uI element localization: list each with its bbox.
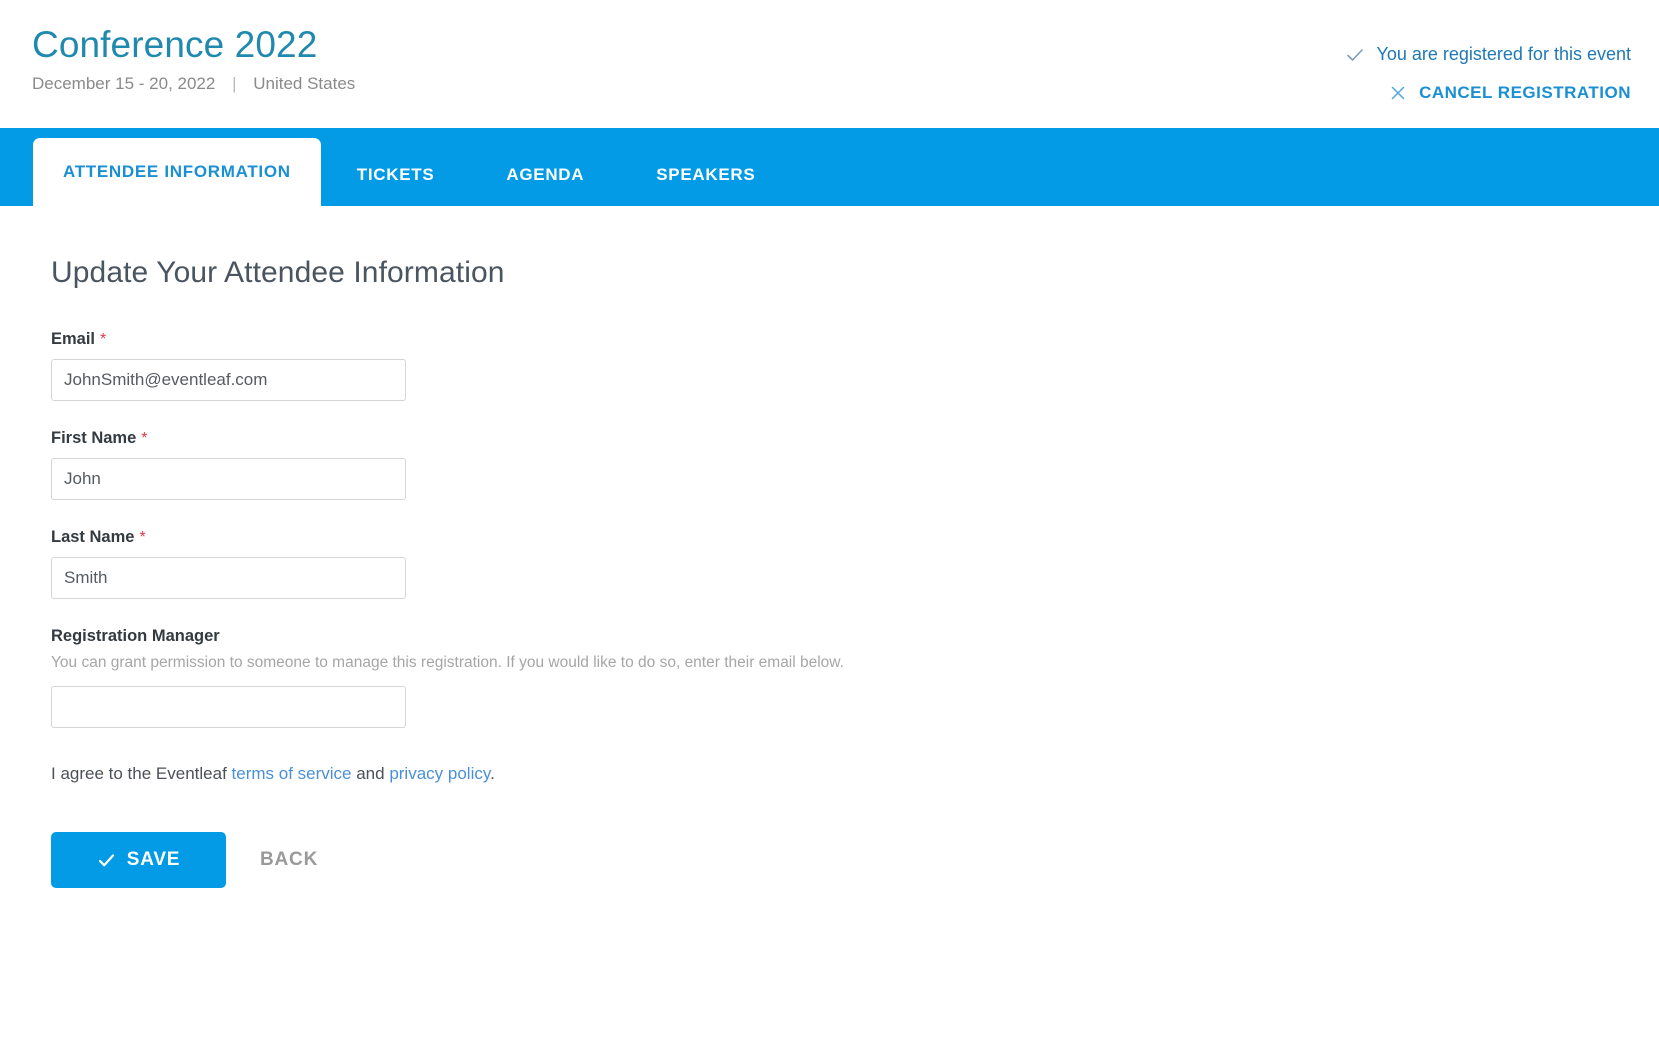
registration-manager-field[interactable] — [51, 686, 406, 728]
first-name-field[interactable] — [51, 458, 406, 500]
cancel-registration-row[interactable]: CANCEL REGISTRATION — [1345, 83, 1632, 103]
back-button[interactable]: BACK — [236, 832, 342, 888]
attendee-information-form: Email* First Name* Last Name* Registrati… — [51, 330, 1659, 888]
tab-agenda[interactable]: AGENDA — [470, 144, 620, 206]
last-name-field[interactable] — [51, 557, 406, 599]
agreement-middle: and — [351, 764, 390, 783]
first-name-label: First Name * — [51, 429, 1659, 448]
agreement-suffix: . — [490, 764, 495, 783]
last-name-label: Last Name * — [51, 528, 1659, 547]
email-label-text: Email — [51, 330, 96, 348]
tab-bar: ATTENDEE INFORMATION TICKETS AGENDA SPEA… — [0, 128, 1659, 206]
registration-status-row: You are registered for this event — [1345, 44, 1632, 65]
terms-of-service-link[interactable]: terms of service — [232, 764, 352, 783]
agreement-prefix: I agree to the Eventleaf — [51, 764, 232, 783]
event-title: Conference 2022 — [32, 24, 318, 65]
meta-separator: | — [232, 73, 237, 93]
last-name-label-text: Last Name — [51, 528, 135, 546]
privacy-policy-link[interactable]: privacy policy — [389, 764, 490, 783]
cancel-registration-link[interactable]: CANCEL REGISTRATION — [1419, 83, 1631, 103]
check-icon — [1345, 45, 1365, 65]
email-required-asterisk: * — [100, 331, 107, 348]
registration-manager-label: Registration Manager — [51, 627, 220, 645]
field-group-first-name: First Name * — [51, 429, 1659, 500]
tab-attendee-information[interactable]: ATTENDEE INFORMATION — [33, 138, 321, 206]
event-identity: Conference 2022 December 15 - 20, 2022 |… — [32, 24, 355, 94]
close-icon[interactable] — [1389, 84, 1407, 102]
email-field[interactable] — [51, 359, 406, 401]
check-icon — [97, 851, 116, 870]
field-group-registration-manager: Registration Manager You can grant permi… — [51, 627, 1659, 728]
main-content: Update Your Attendee Information Email * … — [0, 206, 1659, 888]
save-button[interactable]: SAVE — [51, 832, 226, 888]
page-title: Update Your Attendee Information — [51, 256, 505, 289]
event-location: United States — [253, 73, 356, 93]
tab-tickets[interactable]: TICKETS — [321, 144, 471, 206]
email-label: Email * — [51, 330, 1659, 349]
registration-status-block: You are registered for this event CANCEL… — [1345, 44, 1632, 103]
agreement-text: I agree to the Eventleaf terms of servic… — [51, 764, 1659, 784]
first-name-required-asterisk: * — [141, 430, 148, 447]
event-meta: December 15 - 20, 2022 | United States — [32, 74, 355, 94]
tab-speakers[interactable]: SPEAKERS — [620, 144, 791, 206]
save-button-label: SAVE — [126, 849, 181, 870]
registration-status-text: You are registered for this event — [1376, 44, 1632, 64]
last-name-required-asterisk: * — [139, 529, 146, 546]
event-dates: December 15 - 20, 2022 — [32, 73, 216, 93]
first-name-label-text: First Name — [51, 429, 137, 447]
field-group-email: Email * — [51, 330, 1659, 401]
field-group-last-name: Last Name * — [51, 528, 1659, 599]
form-actions: SAVE BACK — [51, 832, 1659, 888]
page-header: Conference 2022 December 15 - 20, 2022 |… — [0, 0, 1659, 128]
registration-manager-help-text: You can grant permission to someone to m… — [51, 654, 844, 671]
